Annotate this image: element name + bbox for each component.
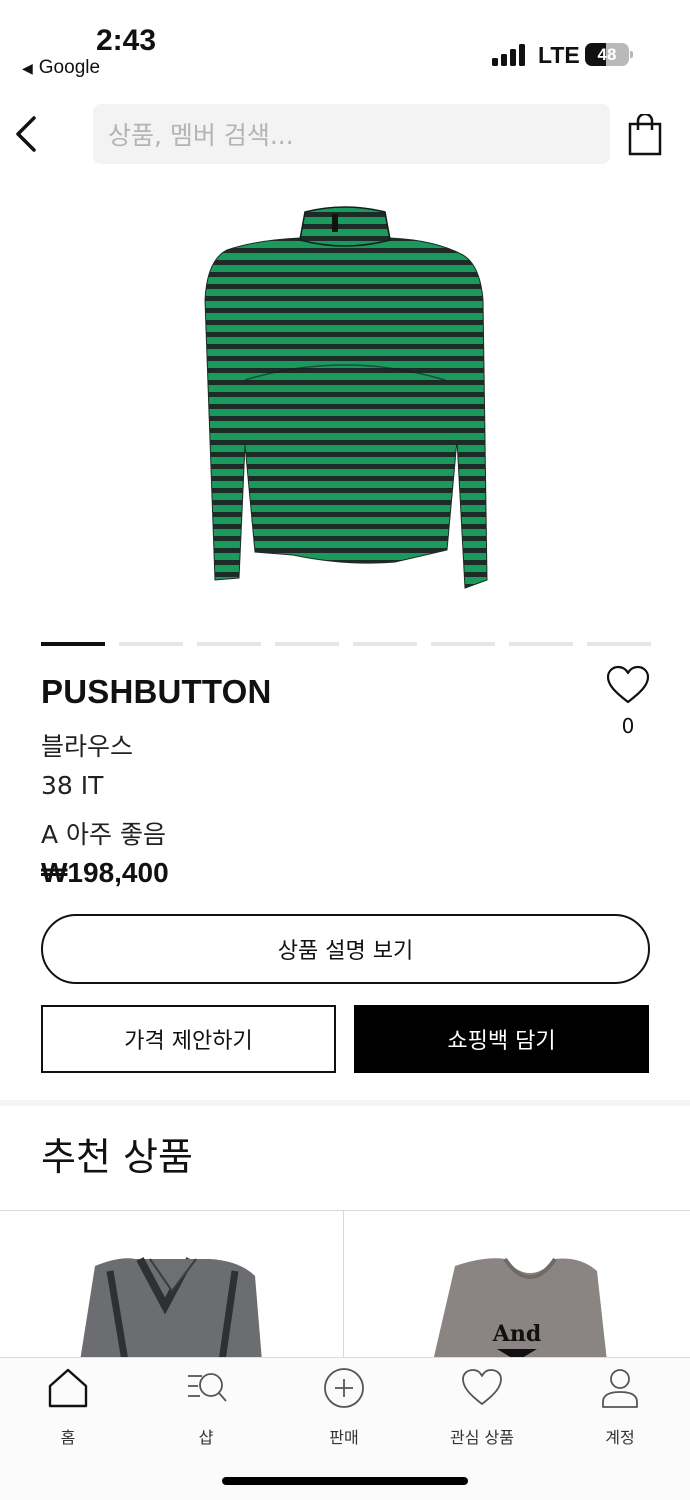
carousel-dot[interactable] — [197, 642, 261, 646]
add-to-bag-label: 쇼핑백 담기 — [447, 1029, 556, 1054]
tab-label: 계정 — [605, 1428, 635, 1447]
price-offer-label: 가격 제안하기 — [124, 1029, 253, 1054]
carousel-dot[interactable] — [41, 642, 105, 646]
home-icon — [48, 1368, 88, 1408]
search-input[interactable]: 상품, 멤버 검색... — [93, 104, 610, 164]
like-heart-icon[interactable] — [605, 664, 651, 706]
recommended-item-image: And — [433, 1257, 607, 1360]
carousel-dot[interactable] — [509, 642, 573, 646]
view-description-button[interactable]: 상품 설명 보기 — [41, 914, 650, 984]
view-description-label: 상품 설명 보기 — [277, 939, 414, 964]
home-indicator — [222, 1477, 468, 1485]
recommended-item[interactable] — [0, 1211, 344, 1360]
back-triangle-icon: ◀ — [22, 59, 33, 76]
network-label: LTE — [538, 42, 580, 68]
product-size: 38 IT — [41, 771, 104, 800]
product-image[interactable] — [195, 200, 495, 600]
tab-account[interactable]: 계정 — [560, 1366, 680, 1448]
product-condition: A 아주 좋음 — [41, 820, 166, 849]
tab-label: 홈 — [60, 1428, 76, 1447]
carousel-dot[interactable] — [275, 642, 339, 646]
search-placeholder: 상품, 멤버 검색... — [108, 121, 294, 150]
carousel-dot[interactable] — [587, 642, 651, 646]
carousel-dot[interactable] — [119, 642, 183, 646]
tab-label: 샵 — [198, 1428, 214, 1447]
price-offer-button[interactable]: 가격 제안하기 — [41, 1005, 336, 1073]
like-count: 0 — [621, 714, 635, 738]
product-price: ₩198,400 — [41, 857, 169, 888]
recommended-title: 추천 상품 — [41, 1135, 193, 1179]
section-divider — [0, 1100, 690, 1106]
tab-label: 관심 상품 — [450, 1428, 514, 1447]
back-chevron-icon[interactable] — [12, 112, 42, 156]
carousel-dot[interactable] — [353, 642, 417, 646]
status-time: 2:43 — [96, 24, 157, 57]
product-category: 블라우스 — [41, 732, 134, 761]
carousel-dot[interactable] — [431, 642, 495, 646]
add-to-bag-button[interactable]: 쇼핑백 담기 — [354, 1005, 649, 1073]
product-brand: PUSHBUTTON — [41, 673, 272, 710]
battery-level: 48 — [597, 45, 617, 64]
battery-icon: 48 — [585, 43, 633, 66]
back-to-app-link[interactable]: ◀ Google — [22, 57, 100, 79]
status-bar: 2:43 ◀ Google LTE 48 — [0, 0, 690, 90]
tab-shop[interactable]: 샵 — [146, 1366, 266, 1448]
back-app-label: Google — [38, 57, 101, 78]
tab-wishlist[interactable]: 관심 상품 — [422, 1366, 542, 1448]
tab-home[interactable]: 홈 — [8, 1366, 128, 1448]
recommended-item-image — [80, 1257, 262, 1360]
person-icon — [602, 1369, 638, 1408]
tab-label: 판매 — [329, 1428, 359, 1447]
signal-icon — [492, 44, 525, 66]
shop-search-icon — [188, 1373, 227, 1402]
recommended-grid: And — [0, 1210, 690, 1360]
plus-circle-icon — [324, 1368, 364, 1408]
sweatshirt-print-text: And — [492, 1321, 541, 1347]
shopping-bag-icon[interactable] — [628, 114, 662, 156]
carousel-indicator — [41, 642, 651, 646]
heart-icon — [462, 1369, 502, 1405]
tab-sell[interactable]: 판매 — [284, 1366, 404, 1448]
recommended-item[interactable]: And — [345, 1211, 690, 1360]
